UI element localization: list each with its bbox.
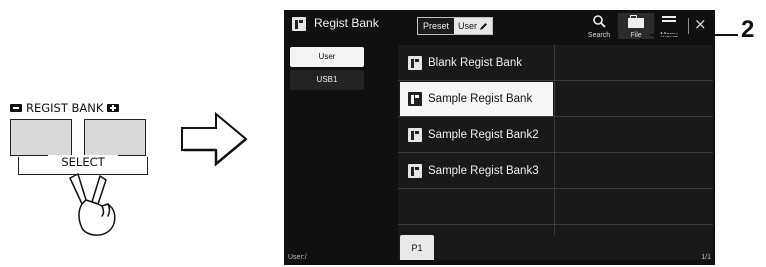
file-button[interactable]: File: [618, 13, 654, 39]
file-list: Blank Regist Bank Sample Regist Bank Sam…: [398, 45, 713, 265]
list-row-empty: [398, 189, 713, 225]
list-item[interactable]: Sample Regist Bank2: [400, 118, 553, 152]
list-item-label: Sample Regist Bank: [428, 93, 533, 105]
minus-icon: [10, 104, 22, 112]
list-row: Blank Regist Bank: [398, 45, 713, 81]
toolbar-divider: [688, 18, 689, 34]
regist-bank-label: REGIST BANK: [26, 101, 104, 115]
list-row: Sample Regist Bank2: [398, 117, 713, 153]
file-icon: [628, 15, 644, 28]
list-item[interactable]: Blank Regist Bank: [400, 46, 553, 80]
user-tab[interactable]: User: [454, 18, 493, 34]
regist-bank-panel-label: REGIST BANK: [10, 100, 160, 116]
search-label: Search: [587, 32, 611, 39]
list-item[interactable]: Sample Regist Bank3: [400, 154, 553, 188]
file-label: File: [630, 32, 642, 39]
callout-line: [650, 34, 738, 36]
page-title: Regist Bank: [314, 16, 379, 30]
list-footer: [398, 260, 713, 265]
regist-file-icon: [408, 56, 422, 70]
regist-bank-icon: [292, 17, 306, 36]
preset-tab[interactable]: Preset: [418, 18, 455, 34]
regist-file-icon: [408, 92, 422, 106]
plus-icon: [107, 104, 120, 112]
regist-bank-screen: Regist Bank Preset User Search File Menu…: [284, 10, 715, 265]
search-button[interactable]: Search: [584, 13, 614, 39]
regist-bank-minus-button[interactable]: [10, 119, 72, 156]
regist-bank-plus-button[interactable]: [84, 119, 146, 156]
pencil-icon: [480, 22, 488, 30]
current-path: User:/: [288, 254, 307, 261]
regist-file-icon: [408, 164, 422, 178]
select-label: SELECT: [48, 155, 118, 169]
arrow-right-icon: [181, 111, 248, 167]
menu-icon: [662, 16, 676, 22]
close-icon[interactable]: ×: [694, 15, 707, 33]
sidebar-item-user[interactable]: User: [290, 47, 364, 67]
sidebar-item-usb1[interactable]: USB1: [290, 70, 364, 90]
user-tab-label: User: [458, 21, 478, 31]
preset-user-toggle: Preset User: [417, 17, 494, 35]
regist-file-icon: [408, 128, 422, 142]
list-row: Sample Regist Bank: [398, 81, 713, 117]
callout-number: 2: [741, 16, 755, 43]
page-indicator: 1/1: [701, 254, 711, 261]
list-item-label: Sample Regist Bank2: [428, 129, 539, 141]
list-item-label: Blank Regist Bank: [428, 57, 522, 69]
page-tab-p1[interactable]: P1: [400, 235, 434, 261]
list-row: Sample Regist Bank3: [398, 153, 713, 189]
hand-press-icon: [69, 173, 116, 236]
list-item-label: Sample Regist Bank3: [428, 165, 539, 177]
search-icon: [593, 15, 606, 28]
list-item-selected[interactable]: Sample Regist Bank: [400, 82, 553, 116]
